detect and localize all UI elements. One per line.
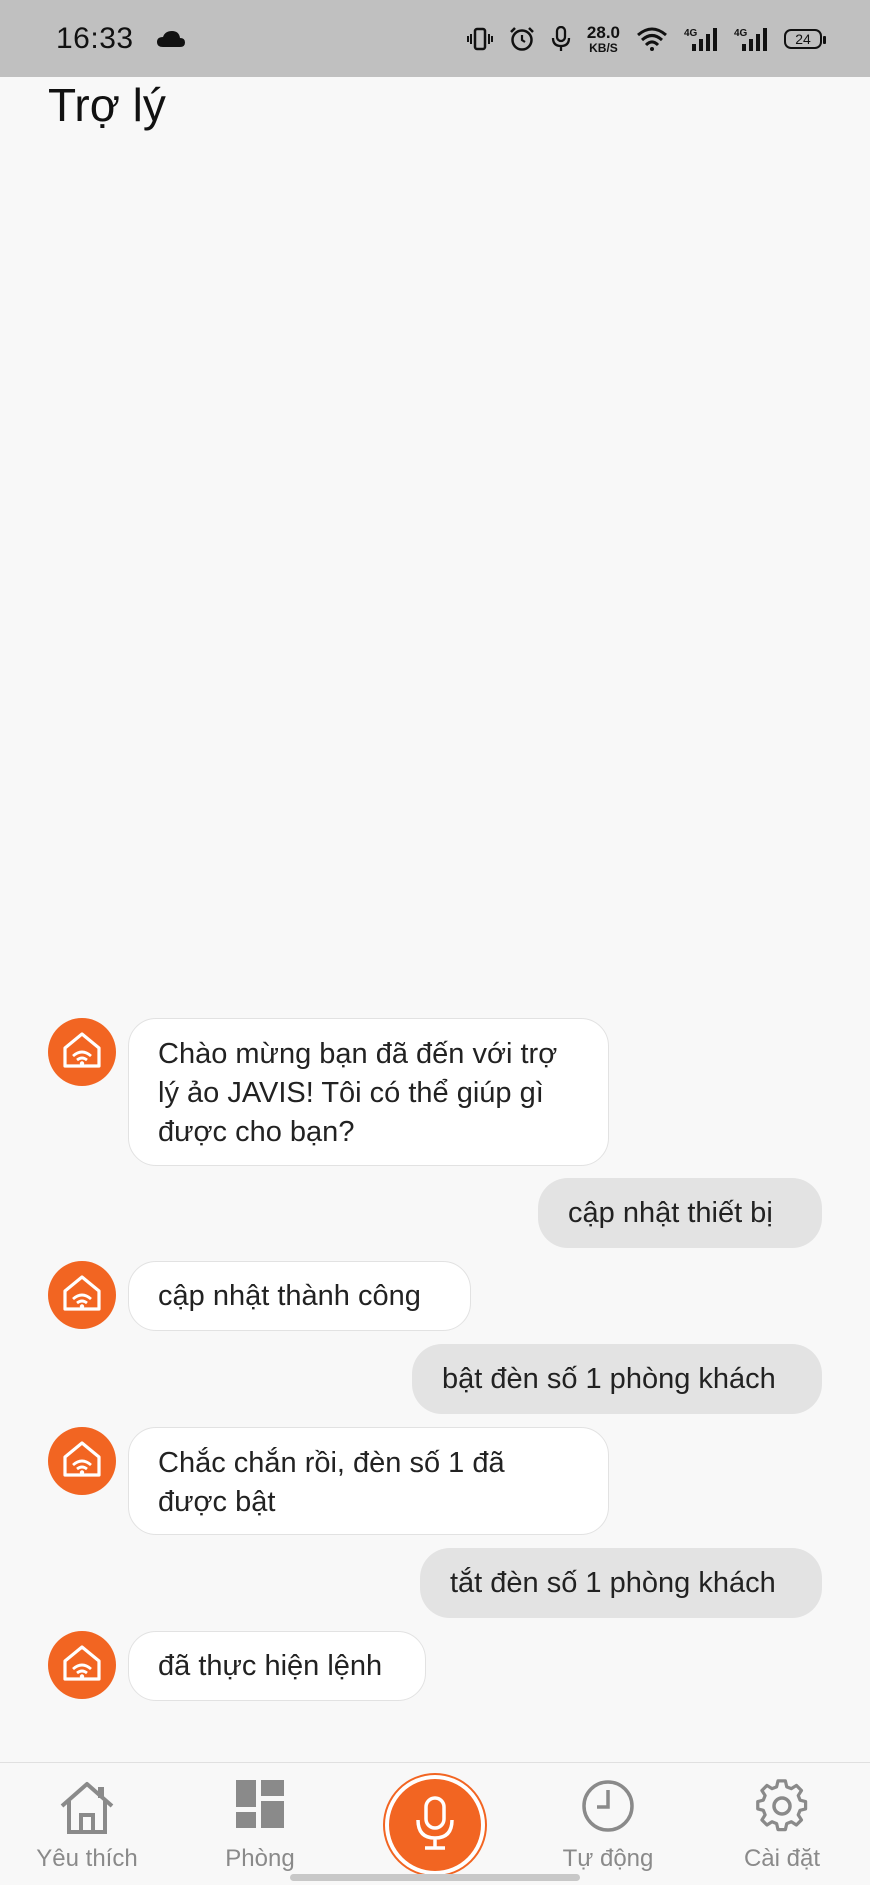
- bot-message: đã thực hiện lệnh: [128, 1631, 426, 1701]
- alarm-icon: [509, 26, 535, 52]
- nav-label: Tự động: [562, 1845, 654, 1872]
- gear-icon: [755, 1779, 809, 1838]
- nav-item-favorites[interactable]: Yêu thích: [12, 1763, 162, 1885]
- signal-label: 4G: [734, 28, 748, 39]
- signal-icon: 4G: [684, 26, 718, 52]
- network-speed-value: 28.0: [586, 22, 620, 42]
- status-time: 16:33: [56, 21, 134, 55]
- grid-icon: [235, 1779, 285, 1834]
- battery-icon: 24: [784, 28, 826, 49]
- nav-label: Cài đặt: [743, 1845, 821, 1872]
- bot-message: Chào mừng bạn đã đến với trợ lý ảo JAVIS…: [128, 1018, 609, 1166]
- bot-avatar: [48, 1261, 116, 1329]
- nav-label: Phòng: [225, 1845, 295, 1872]
- home-icon: [57, 1779, 117, 1842]
- bot-avatar: [48, 1427, 116, 1495]
- nav-item-automation[interactable]: Tự động: [533, 1763, 683, 1885]
- battery-level: 24: [795, 30, 811, 47]
- nav-item-rooms[interactable]: Phòng: [185, 1763, 335, 1885]
- user-message: cập nhật thiết bị: [538, 1178, 822, 1248]
- smart-home-icon: [61, 1272, 103, 1319]
- user-message: bật đèn số 1 phòng khách: [412, 1344, 822, 1414]
- bot-message: cập nhật thành công: [128, 1261, 471, 1331]
- nav-label: Yêu thích: [36, 1845, 138, 1872]
- page-title: Trợ lý: [48, 79, 166, 131]
- smart-home-icon: [61, 1642, 103, 1689]
- nav-item-settings[interactable]: Cài đặt: [707, 1763, 857, 1885]
- voice-assistant-button[interactable]: [389, 1779, 481, 1871]
- network-speed-unit: KB/S: [589, 40, 618, 55]
- bot-avatar: [48, 1018, 116, 1086]
- smart-home-icon: [61, 1438, 103, 1485]
- clock-icon: [581, 1779, 635, 1838]
- signal-icon: 4G: [734, 26, 768, 52]
- network-speed: 28.0 KB/S: [587, 24, 620, 54]
- smart-home-icon: [61, 1029, 103, 1076]
- user-message: tắt đèn số 1 phòng khách: [420, 1548, 822, 1618]
- bot-avatar: [48, 1631, 116, 1699]
- status-bar: 16:33 28.0 KB/S 4G 4G 24: [0, 0, 870, 77]
- signal-label: 4G: [684, 28, 698, 39]
- vibrate-icon: [466, 27, 493, 51]
- microphone-icon: [413, 1795, 457, 1856]
- wifi-icon: [636, 27, 668, 51]
- home-indicator[interactable]: [290, 1874, 580, 1881]
- cloud-icon: [156, 30, 186, 48]
- bot-message: Chắc chắn rồi, đèn số 1 đã được bật: [128, 1427, 609, 1535]
- chat-area: Chào mừng bạn đã đến với trợ lý ảo JAVIS…: [0, 0, 870, 1884]
- microphone-icon: [551, 25, 571, 52]
